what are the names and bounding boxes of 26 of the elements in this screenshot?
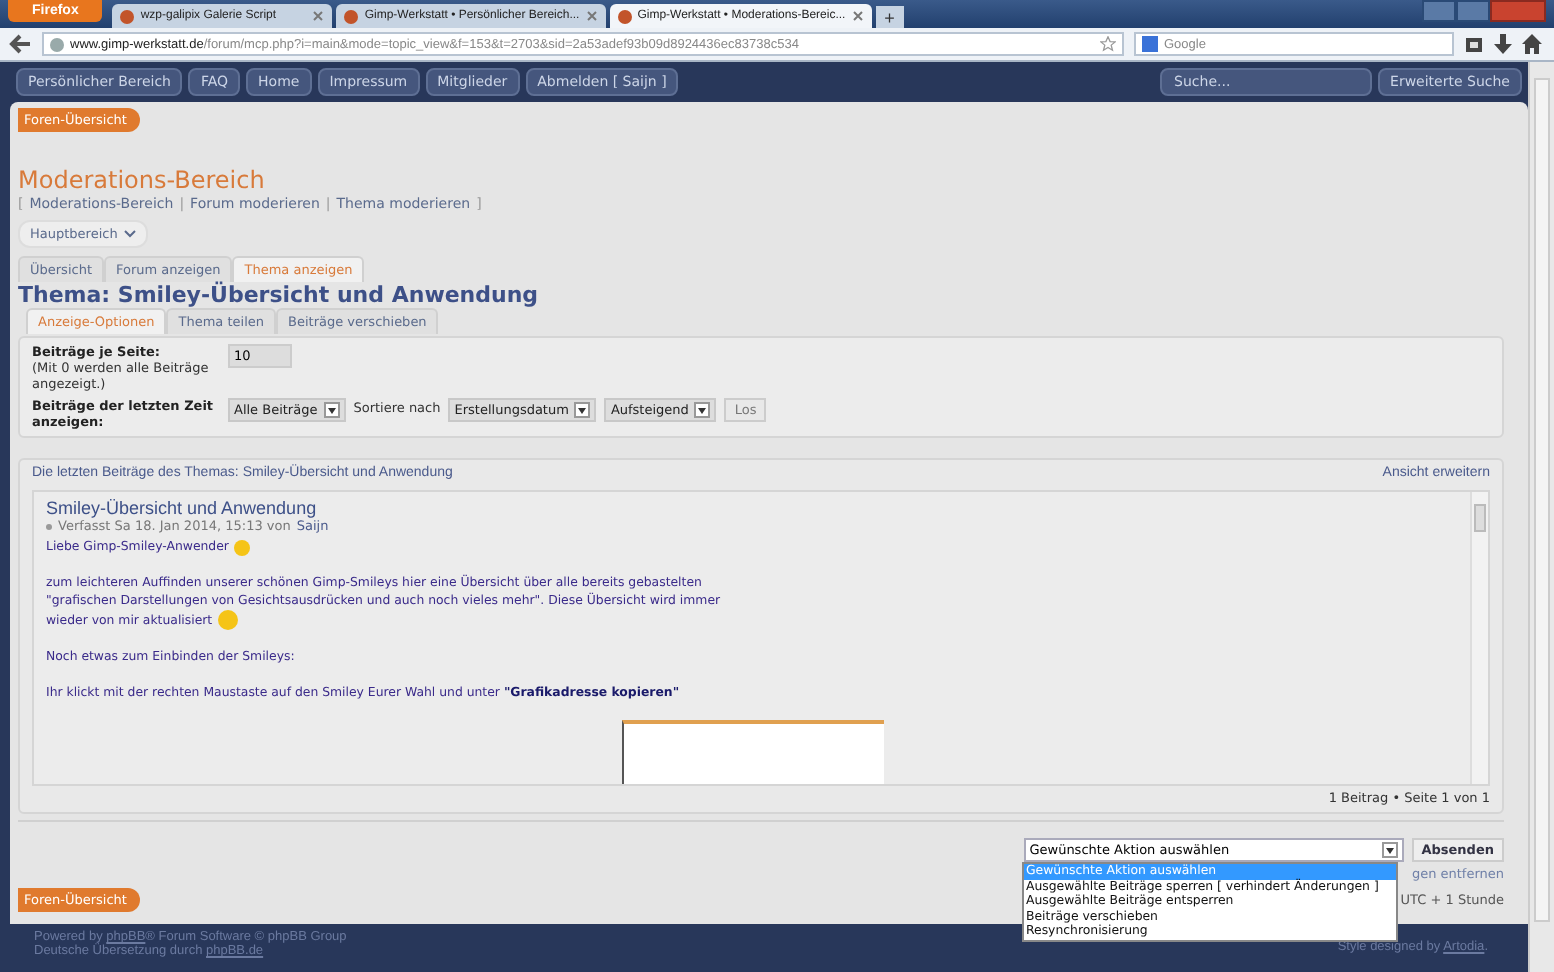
site-icon <box>120 9 135 23</box>
caret-icon <box>123 230 136 238</box>
close-icon[interactable] <box>312 10 325 22</box>
download-arrow-icon[interactable] <box>1494 34 1512 54</box>
post-icon <box>46 523 52 529</box>
site-icon <box>344 9 359 23</box>
bookmarks-icon[interactable] <box>1464 35 1484 53</box>
star-icon[interactable] <box>1100 36 1116 52</box>
smiley-icon <box>234 539 251 555</box>
page-title: Moderations-Bereich <box>18 166 267 194</box>
new-tab-button[interactable]: + <box>875 6 904 28</box>
smiley-icon <box>218 610 239 630</box>
close-icon[interactable] <box>851 10 864 22</box>
search-engine-icon <box>1142 36 1158 52</box>
close-icon[interactable] <box>585 10 598 22</box>
close-icon[interactable] <box>1490 0 1546 22</box>
topic-title: Thema: Smiley-Übersicht und Anwendung <box>18 282 541 308</box>
maximize-icon[interactable] <box>1456 0 1490 22</box>
back-arrow-icon[interactable] <box>8 32 32 56</box>
site-icon <box>617 9 632 23</box>
post-title: Smiley-Übersicht und Anwendung <box>46 498 319 518</box>
home-icon[interactable] <box>1522 34 1542 54</box>
scrollbar[interactable] <box>1528 62 1554 972</box>
scrollbar[interactable] <box>1470 492 1488 784</box>
minimize-icon[interactable] <box>1422 0 1456 22</box>
globe-icon <box>50 37 64 51</box>
